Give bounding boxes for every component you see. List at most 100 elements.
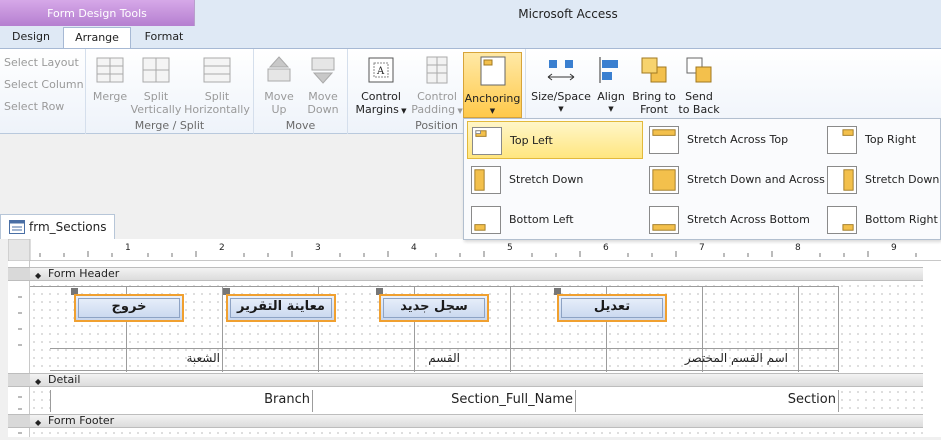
bring-to-front-icon [641, 57, 667, 83]
ruler-number: 4 [411, 243, 417, 253]
move-up-button[interactable]: Move Up [258, 53, 300, 116]
ruler-number: 3 [315, 243, 321, 253]
field-section[interactable]: Section [577, 392, 836, 407]
bring-to-front-button[interactable]: Bring to Front [630, 53, 678, 116]
anchor-stretch-down-label: Stretch Down [509, 173, 584, 186]
move-down-button[interactable]: Move Down [302, 53, 344, 116]
anchor-top-right-label: Top Right [865, 133, 917, 146]
send-to-back-button[interactable]: Send to Back [676, 53, 722, 116]
section-arrow-icon: ◆ [35, 418, 42, 427]
bring-to-front-line1: Bring to [632, 90, 676, 103]
anchor-top-left[interactable]: Top Left [467, 121, 643, 159]
anchor-top-right[interactable]: Top Right [823, 121, 941, 159]
anchoring-button[interactable]: Anchoring ▼ [463, 52, 522, 118]
caret-down-icon: ▼ [608, 105, 614, 113]
anchor-bottom-right-label: Bottom Right [865, 213, 938, 226]
layout-gridline [30, 286, 838, 287]
form-header-bar[interactable]: ◆ Form Header [30, 267, 923, 281]
control-padding-button[interactable]: Control Padding ▼ [410, 53, 464, 118]
align-button[interactable]: Align ▼ [592, 53, 630, 116]
button-face [383, 298, 485, 318]
anchor-stretch-across-bottom[interactable]: Stretch Across Bottom [645, 201, 821, 239]
form-footer-section[interactable] [30, 429, 923, 437]
merge-split-group-label: Merge / Split [134, 119, 205, 132]
document-tab-title: frm_Sections [29, 220, 107, 234]
split-v-line2: Vertically [130, 103, 182, 116]
anchor-stretch-down-icon [471, 166, 501, 194]
button-face [78, 298, 180, 318]
anchor-stretch-down-and-across[interactable]: Stretch Down and Across [645, 161, 825, 199]
ruler-number: 9 [891, 243, 897, 253]
align-icon [599, 57, 618, 83]
form-header-label: Form Header [48, 267, 120, 280]
merge-button[interactable]: Merge [90, 53, 130, 103]
split-vertically-icon [142, 57, 170, 83]
ruler-number: 2 [219, 243, 225, 253]
select-row-button[interactable]: Select Row [4, 100, 64, 113]
control-margins-line1: Control [361, 90, 401, 103]
form-header-selector[interactable] [8, 267, 30, 281]
anchor-stretch-down-and-across-icon [649, 166, 679, 194]
anchor-stretch-down-right[interactable]: Stretch Down a [823, 161, 941, 199]
select-layout-button[interactable]: Select Layout [4, 56, 79, 69]
ruler-ticks [8, 239, 917, 261]
move-down-icon [311, 57, 335, 84]
anchoring-menu: Top Left Stretch Across Top Top Right St… [463, 118, 941, 240]
anchor-bottom-left[interactable]: Bottom Left [467, 201, 643, 239]
label-branch[interactable]: الشعبة [130, 351, 220, 365]
detail-bar[interactable]: ◆ Detail [30, 373, 923, 387]
control-padding-line2: Padding [411, 103, 456, 116]
anchor-stretch-down[interactable]: Stretch Down [467, 161, 643, 199]
anchor-stretch-across-top-icon [649, 126, 679, 154]
caret-down-icon: ▼ [455, 107, 463, 115]
size-space-label: Size/Space [531, 90, 591, 103]
merge-split-group: Merge Split Vertically Split Horizontall… [86, 49, 254, 134]
preview-report-button[interactable]: معاينة التقرير [226, 294, 336, 322]
detail-selector[interactable] [8, 373, 30, 387]
control-margins-button[interactable]: A Control Margins ▼ [352, 53, 410, 118]
detail-label: Detail [48, 373, 81, 386]
anchor-top-left-label: Top Left [510, 134, 553, 147]
field-section-full-name[interactable]: Section_Full_Name [314, 392, 573, 407]
anchoring-icon [480, 56, 505, 86]
ruler-number: 1 [125, 243, 131, 253]
split-vertically-button[interactable]: Split Vertically [128, 53, 184, 116]
vertical-ruler-ticks [18, 296, 22, 434]
form-footer-selector[interactable] [8, 414, 30, 428]
section-arrow-icon: ◆ [35, 271, 42, 280]
control-margins-line2: Margins [355, 103, 399, 116]
new-record-button[interactable]: سجل جديد [379, 294, 489, 322]
move-down-line1: Move [308, 90, 338, 103]
field-branch[interactable]: Branch [52, 392, 310, 407]
button-face [230, 298, 332, 318]
edit-button[interactable]: تعديل [557, 294, 667, 322]
tab-format[interactable]: Format [133, 27, 195, 48]
rows-group: Select Layout Select Column Select Row [0, 49, 86, 134]
layout-gridline [510, 286, 511, 372]
label-section[interactable]: القسم [320, 351, 460, 365]
anchor-bottom-right-icon [827, 206, 857, 234]
document-tab[interactable]: frm_Sections [0, 214, 115, 239]
button-face [561, 298, 663, 318]
layout-gridline [312, 390, 313, 412]
anchor-bottom-right[interactable]: Bottom Right [823, 201, 941, 239]
size-space-button[interactable]: Size/Space ▼ [530, 53, 592, 116]
tab-arrange[interactable]: Arrange [63, 27, 131, 49]
layout-gridline [798, 286, 799, 372]
split-h-line2: Horizontally [184, 103, 250, 116]
exit-button[interactable]: خروج [74, 294, 184, 322]
caret-down-icon: ▼ [558, 105, 564, 113]
select-column-button[interactable]: Select Column [4, 78, 84, 91]
tab-design[interactable]: Design [0, 27, 62, 48]
ruler-number: 6 [603, 243, 609, 253]
anchor-stretch-across-top[interactable]: Stretch Across Top [645, 121, 821, 159]
anchor-stretch-down-and-across-label: Stretch Down and Across [687, 173, 825, 186]
form-footer-bar[interactable]: ◆ Form Footer [30, 414, 923, 428]
control-padding-line1: Control [417, 90, 457, 103]
move-group-label: Move [285, 119, 316, 132]
label-short-section-name[interactable]: اسم القسم المختصر [610, 351, 788, 365]
section-arrow-icon: ◆ [35, 377, 42, 386]
split-horizontally-button[interactable]: Split Horizontally [183, 53, 251, 116]
split-h-line1: Split [204, 90, 230, 103]
split-v-line1: Split [143, 90, 169, 103]
